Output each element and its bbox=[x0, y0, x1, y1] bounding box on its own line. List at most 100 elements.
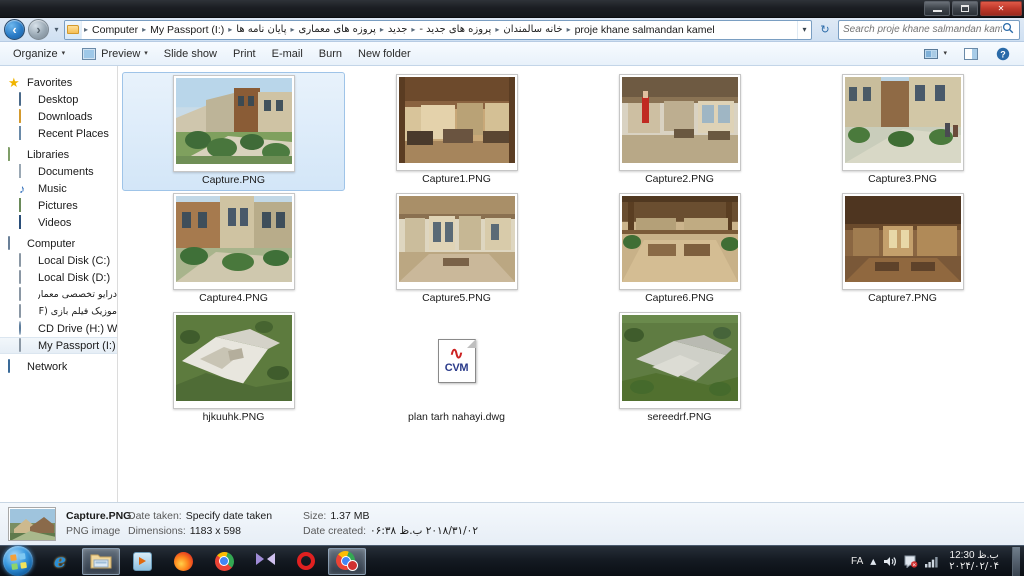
sidebar-item-label: Local Disk (D:) bbox=[38, 271, 111, 284]
recent-places-icon bbox=[19, 125, 33, 141]
forward-button[interactable]: › bbox=[28, 19, 49, 40]
sidebar-item-downloads[interactable]: Downloads bbox=[0, 108, 117, 125]
clock[interactable]: ب.ظ 12:30 ۲۰۲۴/۰۲/۰۴ bbox=[946, 550, 1002, 572]
breadcrumb-item[interactable]: پروزه های جدید - bbox=[416, 21, 494, 39]
new-folder-button[interactable]: New folder bbox=[351, 44, 418, 64]
language-indicator[interactable]: FA bbox=[851, 556, 863, 567]
sidebar-item-f[interactable]: موزیک فیلم بازی (F:) bbox=[0, 303, 117, 320]
slide-show-button[interactable]: Slide show bbox=[157, 44, 224, 64]
sidebar-item-cd-drive-h-wd-un[interactable]: CD Drive (H:) WD Un bbox=[0, 320, 117, 337]
details-pane: Capture.PNG PNG image Date taken: Specif… bbox=[0, 502, 1024, 545]
title-bar[interactable]: ✕ bbox=[0, 0, 1024, 18]
file-tile[interactable]: Capture1.PNG bbox=[345, 72, 568, 191]
taskbar-button-windows-explorer[interactable] bbox=[82, 547, 120, 575]
drive-icon bbox=[19, 269, 33, 285]
file-tile[interactable]: hjkuuhk.PNG bbox=[122, 310, 345, 429]
action-center-icon[interactable]: ✕ bbox=[904, 555, 918, 568]
taskbar-button-opera[interactable] bbox=[287, 548, 325, 575]
file-list-pane[interactable]: Capture.PNG Capture1.PNG Capture2.PNG Captu… bbox=[118, 66, 1024, 502]
file-tile[interactable]: sereedrf.PNG bbox=[568, 310, 791, 429]
organize-button[interactable]: Organize ▾ bbox=[6, 44, 72, 64]
details-date-taken-label: Date taken: bbox=[128, 510, 182, 522]
start-button[interactable] bbox=[3, 546, 33, 576]
breadcrumb-items: ▸ Computer ▸ My Passport (I:) ▸ پایان نامه ها… bbox=[82, 21, 797, 39]
breadcrumb-item[interactable]: پروزه های معماری bbox=[296, 21, 379, 39]
show-hidden-icons-button[interactable]: ▴ bbox=[870, 554, 876, 568]
image-thumbnail bbox=[618, 312, 741, 409]
taskbar-button-firefox[interactable] bbox=[164, 548, 202, 575]
drive-icon bbox=[19, 286, 33, 302]
breadcrumb-item[interactable]: My Passport (I:) bbox=[147, 21, 227, 39]
sidebar-item-local-disk-c[interactable]: Local Disk (C:) bbox=[0, 252, 117, 269]
windows-logo-icon bbox=[9, 552, 27, 570]
image-thumbnail bbox=[172, 75, 295, 172]
print-label: Print bbox=[233, 47, 256, 60]
breadcrumb-item[interactable]: خانه سالمندان bbox=[500, 21, 565, 39]
search-input[interactable] bbox=[843, 24, 1002, 35]
print-button[interactable]: Print bbox=[226, 44, 263, 64]
taskbar-button-windows-movie-maker[interactable] bbox=[246, 548, 284, 575]
sidebar-item-my-passport-i[interactable]: My Passport (I:) bbox=[0, 337, 117, 354]
help-button[interactable]: ? bbox=[988, 45, 1018, 63]
preview-icon bbox=[81, 47, 97, 61]
taskbar-button-windows-media-player[interactable] bbox=[123, 548, 161, 575]
navigation-pane[interactable]: ★ Favorites Desktop Downloads Recent Places L… bbox=[0, 66, 118, 502]
window-controls: ✕ bbox=[924, 1, 1022, 16]
email-button[interactable]: E-mail bbox=[265, 44, 310, 64]
taskbar-button-google-chrome[interactable] bbox=[205, 548, 243, 575]
breadcrumb-dropdown[interactable]: ▾ bbox=[797, 20, 811, 39]
file-tile[interactable]: Capture5.PNG bbox=[345, 191, 568, 310]
back-button[interactable]: ‹ bbox=[4, 19, 25, 40]
file-tile[interactable]: ∿ CVM plan tarh nahayi.dwg bbox=[345, 310, 568, 429]
close-button[interactable]: ✕ bbox=[980, 1, 1022, 16]
details-date-taken-value[interactable]: Specify date taken bbox=[186, 510, 272, 523]
close-icon: ✕ bbox=[997, 3, 1005, 13]
breadcrumb-item[interactable]: proje khane salmandan kamel bbox=[572, 21, 718, 39]
show-desktop-button[interactable] bbox=[1012, 546, 1020, 576]
sidebar-item-label: Music bbox=[38, 182, 67, 195]
search-box[interactable] bbox=[838, 19, 1020, 40]
file-tile[interactable]: Capture3.PNG bbox=[791, 72, 1014, 191]
sidebar-group-favorites[interactable]: ★ Favorites bbox=[0, 74, 117, 91]
drive-icon bbox=[19, 303, 33, 319]
file-thumbnail bbox=[840, 74, 965, 171]
preview-button[interactable]: Preview ▾ bbox=[74, 44, 155, 64]
breadcrumb-item[interactable]: جدید bbox=[385, 21, 410, 39]
file-tile[interactable]: Capture4.PNG bbox=[122, 191, 345, 310]
sidebar-group-network[interactable]: Network bbox=[0, 358, 117, 375]
recent-pages-dropdown[interactable]: ▾ bbox=[52, 25, 61, 34]
breadcrumb-item[interactable]: پایان نامه ها bbox=[233, 21, 289, 39]
maximize-button[interactable] bbox=[952, 1, 978, 16]
sidebar-group-libraries[interactable]: Libraries bbox=[0, 146, 117, 163]
network-signal-icon[interactable] bbox=[925, 555, 939, 568]
show-preview-pane-button[interactable] bbox=[956, 45, 986, 63]
sidebar-item-documents[interactable]: Documents bbox=[0, 163, 117, 180]
taskbar-button-internet-explorer[interactable]: e bbox=[41, 548, 79, 575]
file-tile[interactable]: Capture7.PNG bbox=[791, 191, 1014, 310]
drive-icon bbox=[19, 337, 33, 353]
clock-date: ۲۰۲۴/۰۲/۰۴ bbox=[949, 561, 999, 572]
help-icon: ? bbox=[995, 47, 1011, 61]
sidebar-item-local-disk-d[interactable]: Local Disk (D:) bbox=[0, 269, 117, 286]
change-view-button[interactable]: ▾ bbox=[916, 44, 954, 64]
sidebar-item-recent-places[interactable]: Recent Places bbox=[0, 125, 117, 142]
breadcrumb-item[interactable]: Computer bbox=[89, 21, 141, 39]
minimize-button[interactable] bbox=[924, 1, 950, 16]
volume-icon[interactable] bbox=[883, 555, 897, 568]
file-tile[interactable]: Capture.PNG bbox=[122, 72, 345, 191]
nav-group: ★ Favorites Desktop Downloads Recent Places bbox=[0, 74, 117, 142]
refresh-button[interactable]: ↻ bbox=[815, 20, 835, 40]
clock-time: ب.ظ 12:30 bbox=[949, 550, 999, 561]
file-tile[interactable]: Capture2.PNG bbox=[568, 72, 791, 191]
burn-button[interactable]: Burn bbox=[312, 44, 349, 64]
sidebar-item-music[interactable]: ♪ Music bbox=[0, 180, 117, 197]
sidebar-item-videos[interactable]: Videos bbox=[0, 214, 117, 231]
breadcrumb[interactable]: ▸ Computer ▸ My Passport (I:) ▸ پایان نامه ها… bbox=[64, 19, 812, 40]
file-tile[interactable]: Capture6.PNG bbox=[568, 191, 791, 310]
sidebar-item-desktop[interactable]: Desktop bbox=[0, 91, 117, 108]
sidebar-group-computer[interactable]: Computer bbox=[0, 235, 117, 252]
sidebar-item-pictures[interactable]: Pictures bbox=[0, 197, 117, 214]
taskbar-button-google-chrome-window[interactable] bbox=[328, 547, 366, 575]
network-icon bbox=[8, 358, 22, 374]
sidebar-item-[interactable]: درایو تخصصی معماری bbox=[0, 286, 117, 303]
